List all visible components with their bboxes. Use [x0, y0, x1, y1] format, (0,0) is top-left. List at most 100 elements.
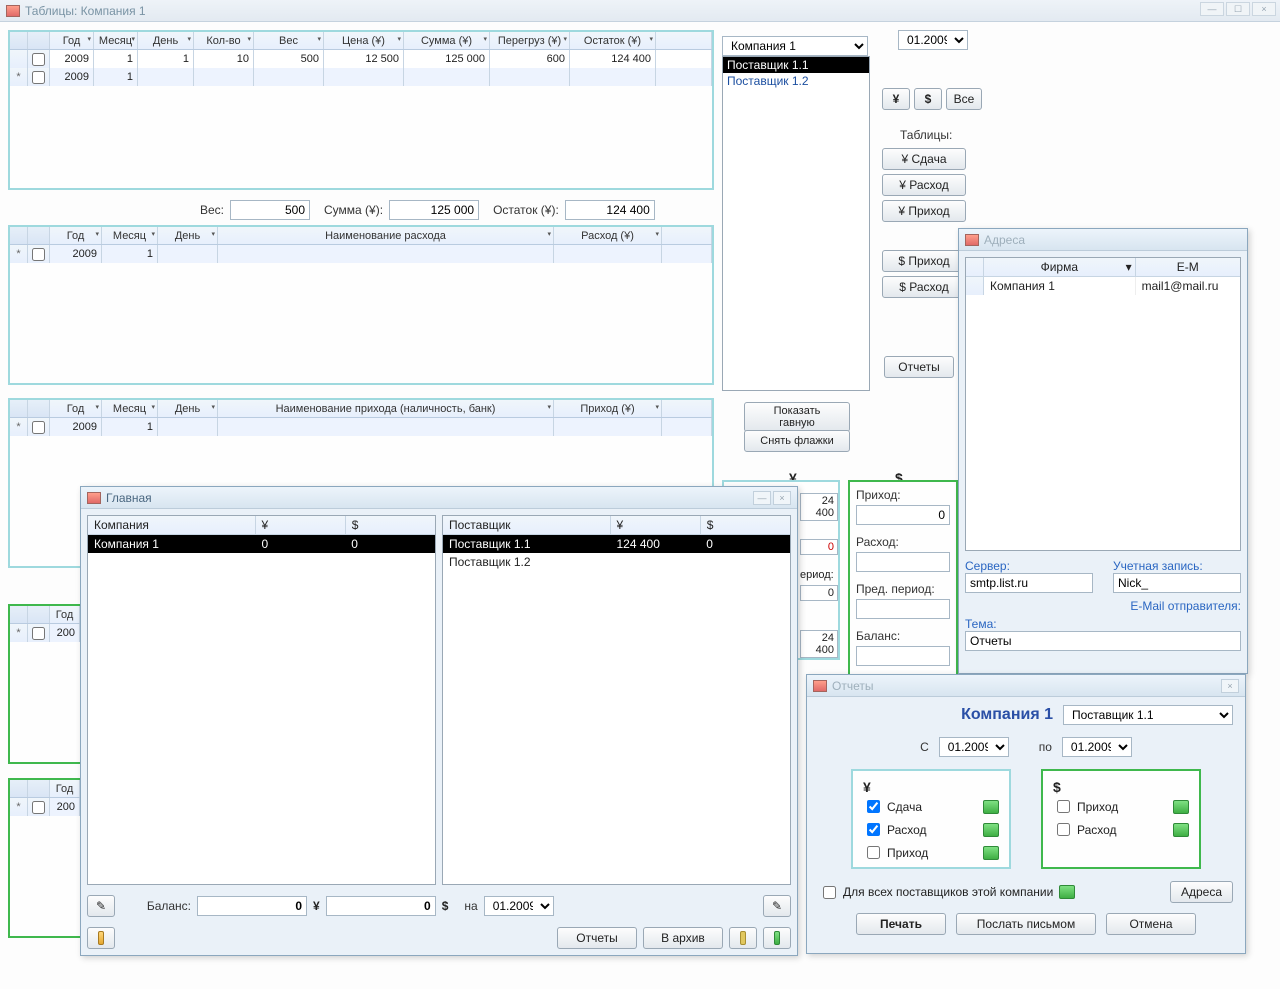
yen-symbol: ¥: [313, 899, 320, 913]
table-row-new[interactable]: * 2009 1: [10, 245, 712, 263]
usd-prihod-button[interactable]: $ Приход: [882, 250, 966, 272]
prev-period-field[interactable]: [856, 599, 950, 619]
theme-label: Тема:: [965, 617, 1241, 631]
unknown-icon-button[interactable]: [87, 927, 115, 949]
close-icon[interactable]: ×: [1252, 2, 1276, 16]
sender-label: E-Mail отправителя:: [965, 599, 1241, 613]
minimize-icon[interactable]: —: [1200, 2, 1224, 16]
usd-symbol: $: [1053, 779, 1189, 795]
yen-sdacha-check[interactable]: Сдача: [863, 797, 999, 816]
from-select[interactable]: 01.2009: [939, 737, 1009, 757]
list-item[interactable]: Поставщик 1.1: [723, 57, 869, 73]
row-checkbox[interactable]: [32, 53, 45, 66]
show-main-button[interactable]: Показать гавную: [744, 402, 850, 432]
income-field[interactable]: [856, 505, 950, 525]
addresses-title[interactable]: Адреса: [959, 229, 1247, 251]
usd-panel: Приход: Расход: Пред. период: Баланс:: [848, 480, 958, 676]
edit-left-button[interactable]: ✎: [87, 895, 115, 917]
yen-rashod-button[interactable]: ¥ Расход: [882, 174, 966, 196]
archive-button[interactable]: В архив: [643, 927, 723, 949]
usd-button[interactable]: $: [914, 88, 942, 110]
partial-value: 0: [800, 539, 838, 555]
sum-label: Сумма (¥):: [324, 203, 383, 217]
uncheck-button[interactable]: Снять флажки: [744, 430, 850, 452]
to-select[interactable]: 01.2009: [1062, 737, 1132, 757]
report-icon[interactable]: [1173, 823, 1189, 837]
window-title: Таблицы: Компания 1: [25, 4, 146, 18]
restore-icon[interactable]: ☐: [1226, 2, 1250, 16]
usd-prihod-check[interactable]: Приход: [1053, 797, 1189, 816]
usd-rashod-button[interactable]: $ Расход: [882, 276, 966, 298]
lock-button[interactable]: [729, 927, 757, 949]
company-list[interactable]: Компания ¥ $ Компания 1 0 0: [87, 515, 436, 885]
addresses-button[interactable]: Адреса: [1170, 881, 1233, 903]
all-button[interactable]: Все: [946, 88, 982, 110]
main-window-title[interactable]: Главная — ×: [81, 487, 797, 509]
row-checkbox[interactable]: [32, 627, 45, 640]
yen-sdacha-button[interactable]: ¥ Сдача: [882, 148, 966, 170]
weight-field[interactable]: [230, 200, 310, 220]
table-row[interactable]: 2009 1 1 10 500 12 500 125 000 600 124 4…: [10, 50, 712, 68]
close-icon[interactable]: ×: [773, 491, 791, 505]
report-icon[interactable]: [1173, 800, 1189, 814]
reports-main-button[interactable]: Отчеты: [557, 927, 637, 949]
company-name: Компания 1: [819, 706, 1053, 724]
usd-symbol: $: [442, 899, 449, 913]
server-field[interactable]: [965, 573, 1093, 593]
supplier-list[interactable]: Поставщик 1.1 Поставщик 1.2: [722, 56, 870, 391]
reports-title[interactable]: Отчеты ×: [807, 675, 1245, 697]
reports-button[interactable]: Отчеты: [884, 356, 954, 378]
col-supplier: Поставщик: [443, 516, 611, 534]
print-button[interactable]: Печать: [856, 913, 946, 935]
supplier-list-main[interactable]: Поставщик ¥ $ Поставщик 1.1 124 400 0 По…: [442, 515, 791, 885]
row-checkbox[interactable]: [32, 71, 45, 84]
partial-value: 24 400: [800, 493, 838, 521]
all-suppliers-check[interactable]: Для всех поставщиков этой компании: [819, 883, 1053, 902]
theme-field[interactable]: [965, 631, 1241, 651]
top-grid-box: Год▾ Месяц▾ День▾ Кол-во▾ Вес▾ Цена (¥)▾…: [8, 30, 714, 190]
expense-header: Год▾ Месяц▾ День▾ Наименование расхода▾ …: [10, 227, 712, 245]
addresses-window: Адреса Фирма▾ E-M Компания 1 mail1@mail.…: [958, 228, 1248, 674]
minimize-icon[interactable]: —: [753, 491, 771, 505]
row-checkbox[interactable]: [32, 248, 45, 261]
report-icon[interactable]: [1059, 885, 1075, 899]
cancel-button[interactable]: Отмена: [1106, 913, 1196, 935]
account-field[interactable]: [1113, 573, 1241, 593]
yen-rashod-check[interactable]: Расход: [863, 820, 999, 839]
rest-field[interactable]: [565, 200, 655, 220]
action-button[interactable]: [763, 927, 791, 949]
yen-prihod-check[interactable]: Приход: [863, 843, 999, 862]
list-item[interactable]: Поставщик 1.2: [443, 553, 790, 571]
send-mail-button[interactable]: Послать письмом: [956, 913, 1096, 935]
table-row-new[interactable]: * 2009 1: [10, 68, 712, 86]
sum-field[interactable]: [389, 200, 479, 220]
balance-field[interactable]: [856, 646, 950, 666]
left-green-a: Год *200: [8, 604, 82, 764]
na-date-select[interactable]: 01.2009: [484, 896, 554, 916]
list-item[interactable]: Поставщик 1.2: [723, 73, 869, 89]
close-icon[interactable]: ×: [1221, 679, 1239, 693]
yen-symbol: ¥: [863, 779, 999, 795]
yen-prihod-button[interactable]: ¥ Приход: [882, 200, 966, 222]
row-checkbox[interactable]: [32, 801, 45, 814]
table-row[interactable]: Компания 1 mail1@mail.ru: [966, 277, 1240, 295]
row-checkbox[interactable]: [32, 421, 45, 434]
report-icon[interactable]: [983, 846, 999, 860]
balance-yen-field[interactable]: [197, 896, 307, 916]
table-row-new[interactable]: * 2009 1: [10, 418, 712, 436]
list-item[interactable]: Поставщик 1.1 124 400 0: [443, 535, 790, 553]
report-icon[interactable]: [983, 823, 999, 837]
period-select[interactable]: 01.2009: [898, 30, 968, 50]
edit-right-button[interactable]: ✎: [763, 895, 791, 917]
usd-rashod-check[interactable]: Расход: [1053, 820, 1189, 839]
report-icon[interactable]: [983, 800, 999, 814]
supplier-select[interactable]: Поставщик 1.1: [1063, 705, 1233, 725]
balance-usd-field[interactable]: [326, 896, 436, 916]
partial-value: 0: [800, 585, 838, 601]
col-year: Год▾: [50, 32, 94, 49]
yen-button[interactable]: ¥: [882, 88, 910, 110]
expense-field[interactable]: [856, 552, 950, 572]
addresses-grid[interactable]: Фирма▾ E-M Компания 1 mail1@mail.ru: [965, 257, 1241, 551]
list-item[interactable]: Компания 1 0 0: [88, 535, 435, 553]
company-select[interactable]: Компания 1: [722, 36, 868, 56]
